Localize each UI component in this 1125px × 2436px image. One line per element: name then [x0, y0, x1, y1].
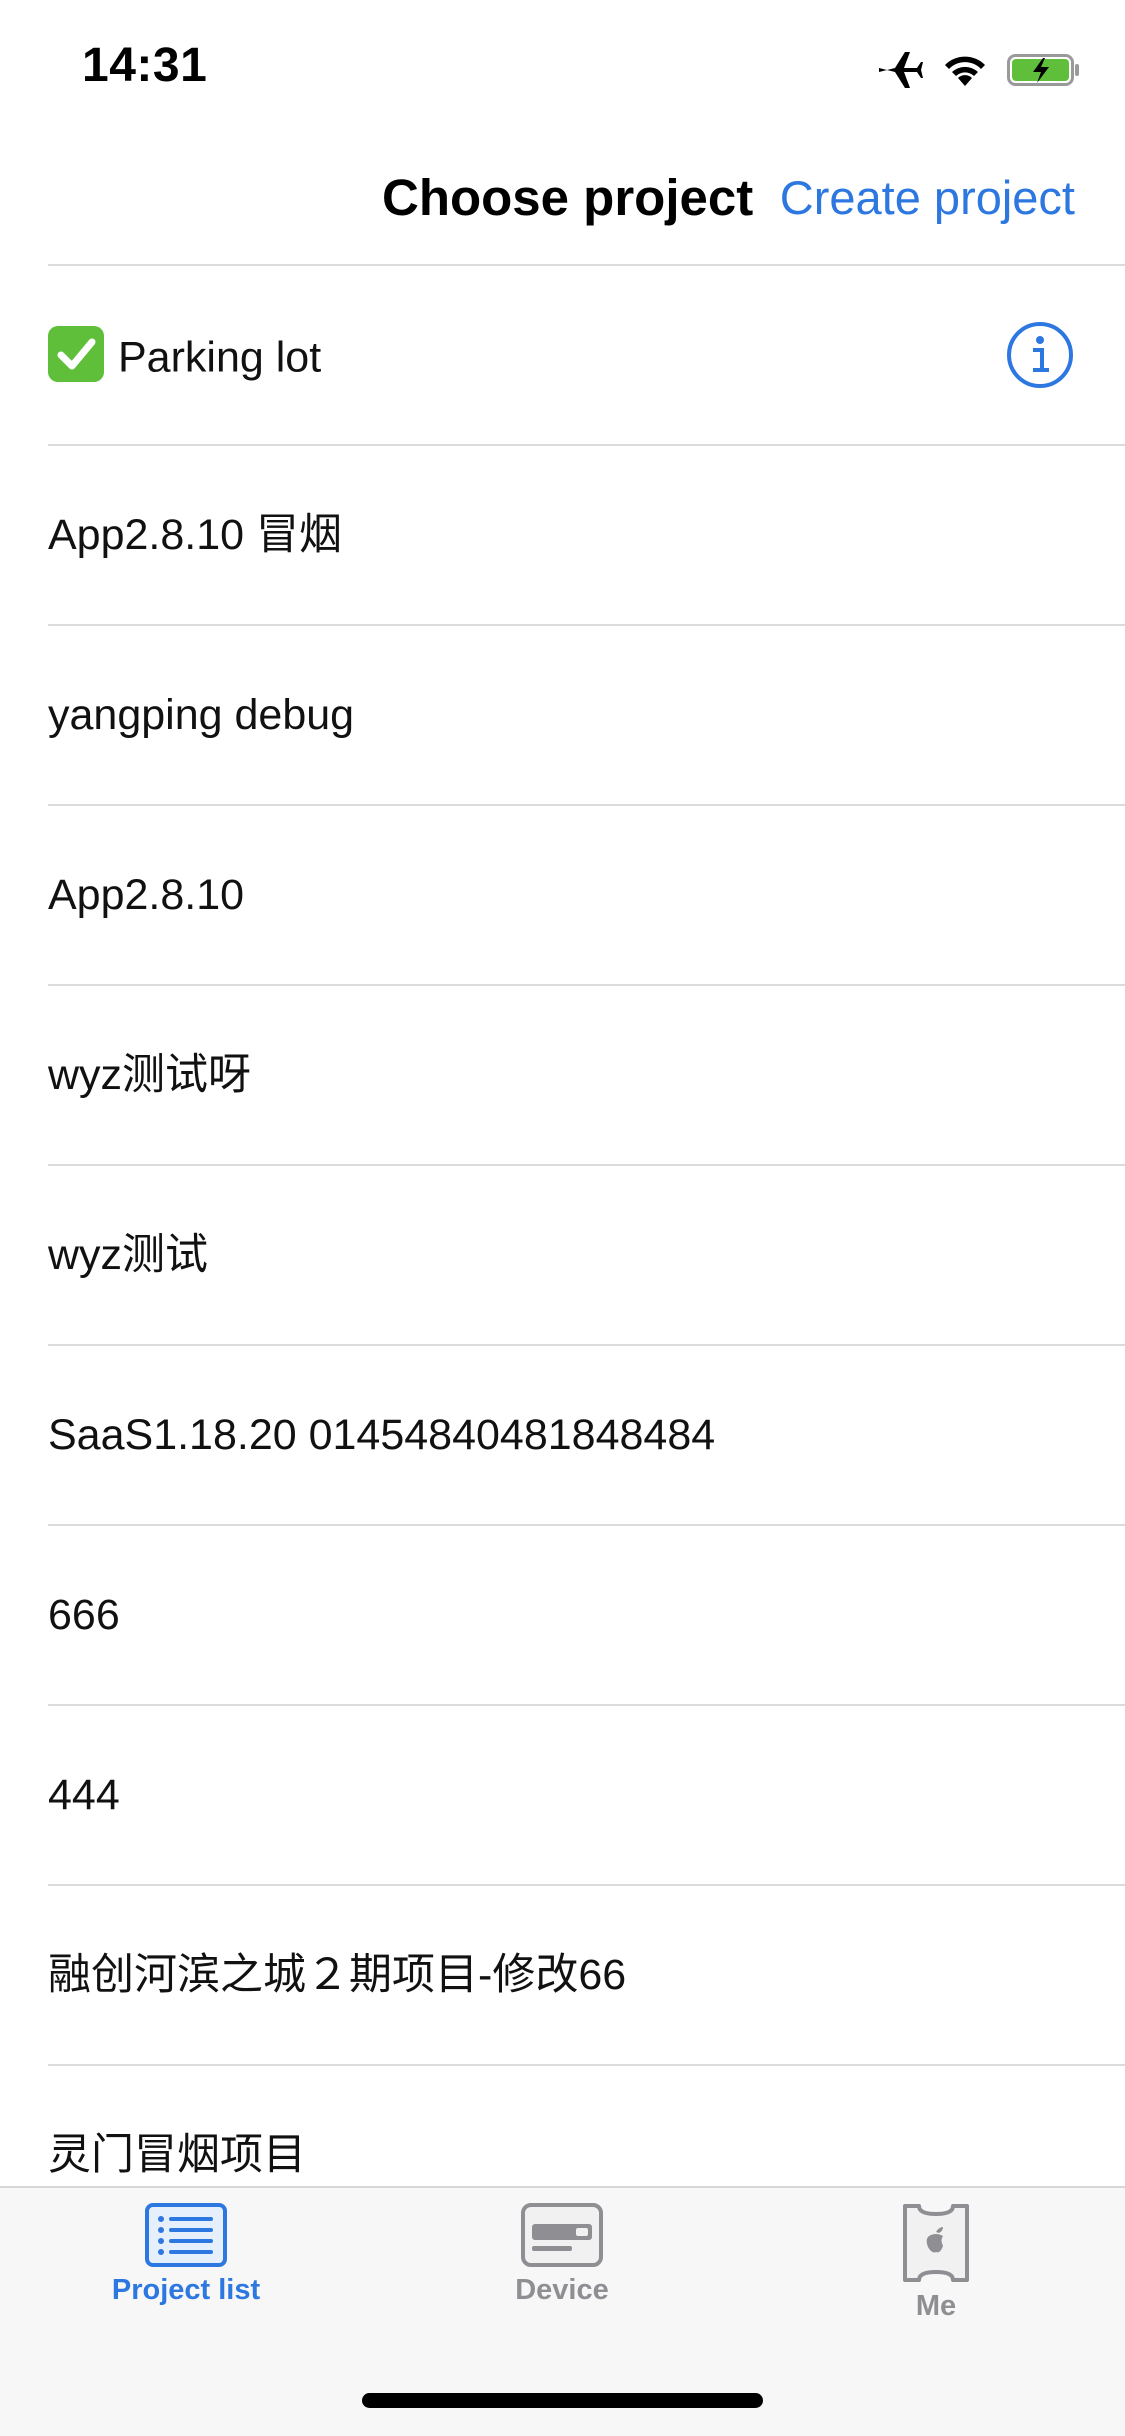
project-list[interactable]: Parking lot App2.8.10 冒烟 yangping debug …: [0, 266, 1125, 2186]
project-row[interactable]: App2.8.10 冒烟: [48, 446, 1125, 626]
device-icon: [432, 2202, 692, 2268]
project-row[interactable]: yangping debug: [48, 626, 1125, 806]
airplane-icon: [877, 50, 923, 90]
project-row[interactable]: wyz测试: [48, 1166, 1125, 1346]
battery-charging-icon: [1007, 52, 1081, 88]
tab-label: Me: [915, 2290, 957, 2322]
apple-badge-icon: [806, 2202, 1066, 2284]
project-row[interactable]: App2.8.10: [48, 806, 1125, 986]
project-label: App2.8.10 冒烟: [48, 511, 343, 559]
wifi-icon: [943, 52, 987, 88]
project-label: wyz测试: [48, 1231, 209, 1279]
project-label: Parking lot: [118, 333, 322, 382]
project-label: 666: [48, 1591, 120, 1639]
tab-label: Project list: [111, 2274, 261, 2306]
project-label: App2.8.10: [48, 871, 245, 919]
project-label: yangping debug: [48, 691, 355, 739]
status-icons: [877, 44, 1081, 96]
project-row[interactable]: 444: [48, 1706, 1125, 1886]
tab-project-list[interactable]: Project list: [56, 2202, 316, 2307]
tab-label: Device: [515, 2274, 609, 2306]
page-title: Choose project: [382, 169, 754, 226]
project-label: wyz测试呀: [48, 1051, 252, 1099]
project-row-selected[interactable]: Parking lot: [48, 266, 1125, 446]
project-row[interactable]: SaaS1.18.20 01454840481848484: [48, 1346, 1125, 1526]
project-row-content: Parking lot: [48, 266, 321, 444]
status-time: 14:31: [82, 39, 208, 92]
project-label: 灵门冒烟项目: [48, 2131, 306, 2179]
checkmark-icon: [48, 325, 104, 382]
screen: 14:31 Choose project Create project Park…: [0, 0, 1125, 2436]
tab-me[interactable]: Me: [806, 2202, 1066, 2323]
project-label: SaaS1.18.20 01454840481848484: [48, 1411, 716, 1459]
project-row[interactable]: 灵门冒烟项目: [48, 2066, 1125, 2186]
info-icon[interactable]: [1005, 320, 1075, 390]
project-row[interactable]: 融创河滨之城２期项目-修改66: [48, 1886, 1125, 2066]
home-indicator[interactable]: [362, 2393, 763, 2408]
create-project-button[interactable]: Create project: [780, 170, 1075, 225]
project-row[interactable]: 666: [48, 1526, 1125, 1706]
project-label: 444: [48, 1771, 120, 1819]
nav-bar: Choose project Create project: [0, 132, 1125, 264]
list-icon: [56, 2202, 316, 2268]
project-row[interactable]: wyz测试呀: [48, 986, 1125, 1166]
project-label: 融创河滨之城２期项目-修改66: [48, 1951, 627, 1999]
status-bar: 14:31: [0, 0, 1125, 132]
tab-device[interactable]: Device: [432, 2202, 692, 2307]
